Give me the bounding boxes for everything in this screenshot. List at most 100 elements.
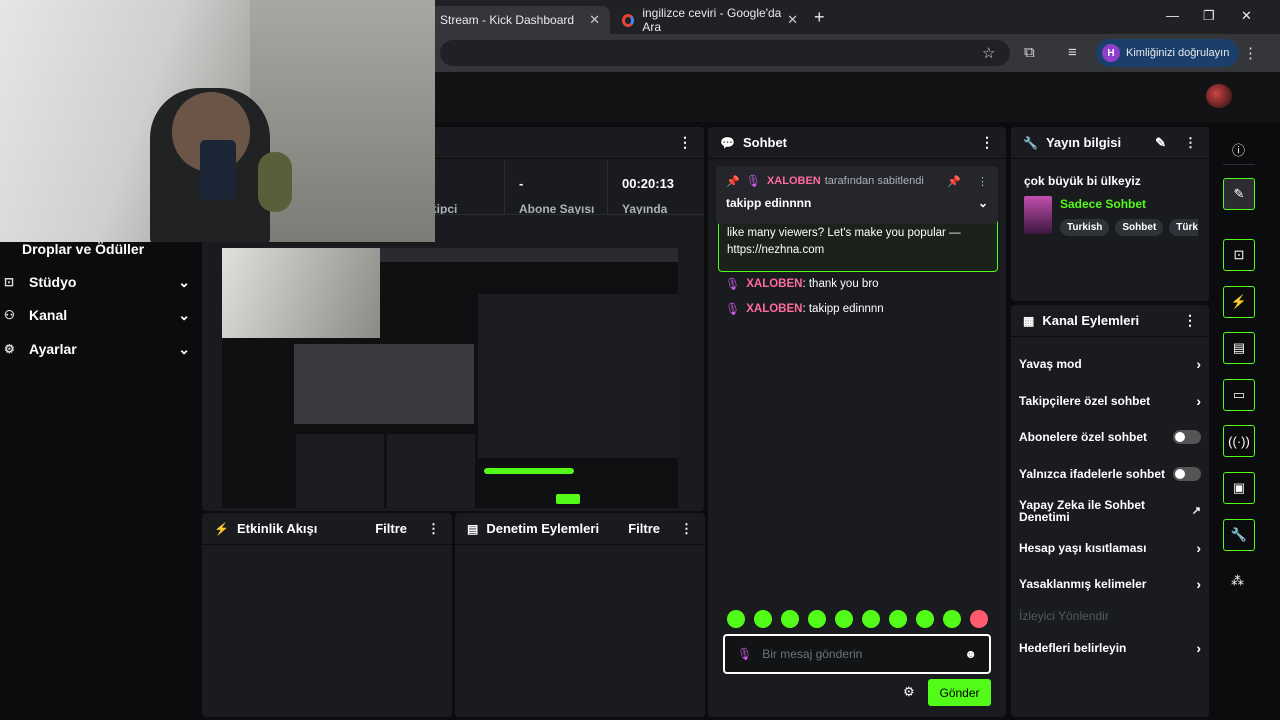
- chat-input-placeholder: Bir mesaj gönderin: [762, 647, 863, 661]
- info-icon[interactable]: ⓘ: [1232, 140, 1245, 159]
- emoji-icon[interactable]: ☻: [964, 647, 977, 661]
- rail-button-studio[interactable]: ⊡: [1223, 239, 1255, 271]
- more-options-icon[interactable]: ⋮: [977, 175, 988, 188]
- action-label: Yapay Zeka ile Sohbet Denetimi: [1019, 498, 1146, 524]
- pinned-username[interactable]: XALOBEN: [767, 175, 821, 187]
- more-options-icon[interactable]: ⋮: [980, 134, 994, 151]
- emote-button[interactable]: [889, 610, 907, 628]
- edit-layout-button[interactable]: ✎: [1223, 178, 1255, 210]
- avatar[interactable]: [1206, 84, 1232, 108]
- bolt-icon: ⚡: [1230, 294, 1248, 309]
- extensions-icon[interactable]: ⧉: [1024, 44, 1035, 61]
- emote-button[interactable]: [727, 610, 745, 628]
- emotes-only-toggle[interactable]: [1173, 467, 1201, 481]
- sidebar-item-label: Kanal: [29, 307, 68, 323]
- filter-button[interactable]: Filtre: [628, 521, 660, 536]
- chat-username[interactable]: XALOBEN: [746, 303, 802, 315]
- webcam-phone: [200, 140, 236, 200]
- chevron-down-icon[interactable]: ⌄: [978, 196, 988, 210]
- close-tab-icon[interactable]: ✕: [589, 12, 600, 28]
- rail-button-moderation[interactable]: ▤: [1223, 332, 1255, 364]
- panel-header: ▤ Denetim Eylemleri Filtre ⋮: [455, 513, 705, 545]
- rail-button-actions[interactable]: 🔧: [1223, 519, 1255, 551]
- sidebar-item-settings[interactable]: ⚙ Ayarlar ⌄: [4, 337, 190, 361]
- media-controls-icon[interactable]: ≡: [1068, 44, 1077, 61]
- action-label: İzleyici Yönlendir: [1019, 609, 1109, 623]
- bookmark-star-icon[interactable]: ☆: [982, 44, 995, 62]
- unpin-icon[interactable]: 📌: [947, 175, 961, 188]
- panel-title: Yayın bilgisi: [1045, 135, 1122, 150]
- restore-icon[interactable]: ❐: [1203, 8, 1215, 24]
- preview-chat: [478, 294, 678, 458]
- emote-button[interactable]: [781, 610, 799, 628]
- category-name[interactable]: Sadece Sohbet: [1060, 197, 1146, 211]
- wrench-icon: 🔧: [1230, 527, 1248, 542]
- action-subscribers-only: Abonelere özel sohbet: [1019, 430, 1201, 444]
- action-label: Yalnızca ifadelerle sohbet: [1019, 467, 1166, 481]
- close-tab-icon[interactable]: ✕: [787, 12, 798, 28]
- more-options-icon[interactable]: ⋮: [1183, 312, 1197, 329]
- preview-send: [556, 494, 580, 504]
- new-tab-icon[interactable]: +: [814, 7, 825, 28]
- chat-settings-icon[interactable]: ⚙: [903, 684, 915, 700]
- emote-button[interactable]: [943, 610, 961, 628]
- emote-button[interactable]: [970, 610, 988, 628]
- apps-icon[interactable]: ⁂: [1231, 573, 1244, 589]
- chat-message-input[interactable]: 🎙 Bir mesaj gönderin ☻: [723, 634, 991, 674]
- stream-preview[interactable]: [222, 248, 678, 508]
- chat-text: takipp edinnnn: [808, 303, 884, 315]
- mic-icon: 🎙: [725, 302, 741, 316]
- panel-title: Sohbet: [742, 135, 788, 150]
- sidebar-item-label: Stüdyo: [29, 274, 77, 290]
- window-close-icon[interactable]: ✕: [1241, 8, 1252, 24]
- panel-title: Kanal Eylemleri: [1042, 313, 1140, 328]
- emote-button[interactable]: [862, 610, 880, 628]
- action-slow-mode[interactable]: Yavaş mod ›: [1019, 356, 1201, 372]
- more-options-icon[interactable]: ⋮: [1184, 135, 1197, 151]
- more-options-icon[interactable]: ⋮: [678, 134, 692, 151]
- action-followers-only[interactable]: Takipçilere özel sohbet ›: [1019, 393, 1201, 409]
- bolt-icon: ⚡: [214, 521, 229, 536]
- rail-button-stream-info[interactable]: ▣: [1223, 472, 1255, 504]
- profile-button[interactable]: H Kimliğinizi doğrulayın: [1096, 39, 1240, 67]
- action-account-age[interactable]: Hesap yaşı kısıtlaması ›: [1019, 540, 1201, 556]
- stream-title: çok büyük bi ülkeyiz: [1024, 174, 1141, 188]
- rail-button-broadcast[interactable]: ((·)): [1223, 425, 1255, 457]
- chevron-right-icon: ›: [1196, 540, 1201, 556]
- action-banned-words[interactable]: Yasaklanmış kelimeler ›: [1019, 576, 1201, 592]
- rail-button-activity[interactable]: ⚡: [1223, 286, 1255, 318]
- action-ai-moderation[interactable]: Yapay Zeka ile Sohbet Denetimi ↗: [1019, 499, 1201, 523]
- action-label: Abonelere özel sohbet: [1019, 430, 1148, 444]
- stat-subscribers: - Abone Sayısı: [504, 160, 607, 216]
- sidebar-item-channel[interactable]: ⚇ Kanal ⌄: [4, 303, 190, 327]
- preview-browser-bar: [380, 248, 678, 262]
- panel-title: Etkinlik Akışı: [236, 521, 318, 536]
- tab-kick-dashboard[interactable]: Stream - Kick Dashboard ✕: [430, 6, 610, 34]
- actions-icon: ▦: [1023, 313, 1035, 328]
- emote-button[interactable]: [808, 610, 826, 628]
- message-link[interactable]: https://nezhna.com: [727, 242, 989, 259]
- edit-icon[interactable]: ✎: [1155, 135, 1166, 151]
- preview-emotes: [484, 468, 574, 474]
- filter-button[interactable]: Filtre: [375, 521, 407, 536]
- browser-menu-icon[interactable]: ⋮: [1243, 44, 1258, 62]
- sidebar-item-label: Droplar ve Ödüller: [22, 241, 145, 257]
- subscribers-only-toggle[interactable]: [1173, 430, 1201, 444]
- action-goals[interactable]: Hedefleri belirleyin ›: [1019, 640, 1201, 656]
- send-button[interactable]: Gönder: [928, 679, 991, 706]
- more-options-icon[interactable]: ⋮: [427, 521, 440, 537]
- rail-button-chat[interactable]: ▭: [1223, 379, 1255, 411]
- webcam-microphone: [258, 152, 292, 212]
- chat-username[interactable]: XALOBEN: [746, 278, 802, 290]
- tag: Sohbet: [1115, 219, 1164, 236]
- more-options-icon[interactable]: ⋮: [680, 521, 693, 537]
- emote-button[interactable]: [916, 610, 934, 628]
- minimize-icon[interactable]: —: [1166, 8, 1179, 23]
- tab-google-search[interactable]: ingilizce ceviri - Google'da Ara ✕: [612, 6, 808, 34]
- address-bar[interactable]: [440, 40, 1010, 66]
- sidebar-item-studio[interactable]: ⊡ Stüdyo ⌄: [4, 270, 190, 294]
- emote-button[interactable]: [835, 610, 853, 628]
- pinned-by-label: tarafından sabitlendi: [824, 175, 924, 187]
- emote-button[interactable]: [754, 610, 772, 628]
- moderation-actions-panel: ▤ Denetim Eylemleri Filtre ⋮: [455, 513, 705, 717]
